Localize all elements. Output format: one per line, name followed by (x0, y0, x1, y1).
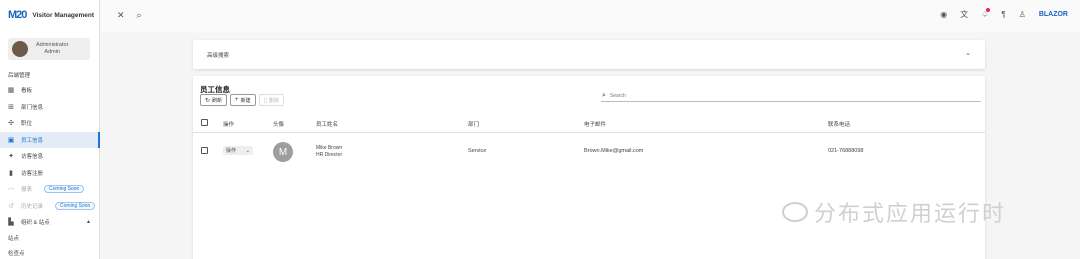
brand[interactable]: M20 Visitor Management (8, 9, 94, 21)
account-icon[interactable]: ♙ (1019, 10, 1026, 19)
brand-logo: M20 (8, 9, 27, 21)
employee-name-cell: Mike Brown HR Director (316, 145, 342, 159)
column-header-phone[interactable]: 联系电话 (828, 120, 850, 128)
chevron-down-icon[interactable]: ⌄ (965, 49, 971, 57)
github-icon[interactable]: ◉ (940, 10, 947, 19)
sidebar-item-label: 报表 (21, 187, 33, 194)
avatar (12, 41, 28, 57)
employee-badge-icon: ▣ (7, 136, 15, 144)
add-label: 新建 (240, 97, 251, 104)
avatar: M (273, 142, 293, 162)
row-checkbox[interactable] (201, 147, 208, 154)
search-icon: ⌕ (602, 92, 606, 99)
sidebar: M20 Visitor Management Administrator Adm… (0, 0, 100, 259)
employee-table-card: 员工信息 ↻ 刷新 + 新建 ▯ 删除 ⌕ 操作 头像 员工姓名 部门 (193, 76, 985, 259)
employee-name: Mike Brown (316, 145, 343, 151)
search-input[interactable] (609, 93, 910, 99)
select-all-checkbox[interactable] (201, 119, 208, 126)
plus-icon: + (235, 97, 239, 103)
table-header: 操作 头像 员工姓名 部门 电子邮件 联系电话 (193, 113, 985, 133)
sidebar-subitem-sites[interactable]: 站点 (0, 231, 100, 246)
book-icon: ▮ (9, 169, 13, 177)
delete-label: 删除 (268, 97, 279, 104)
blazor-link[interactable]: BLAZOR (1039, 11, 1068, 18)
sidebar-item-label: 看板 (21, 88, 33, 95)
sidebar-item-reports: 〰 报表 Coming Soon (0, 181, 100, 198)
topbar-right: ◉ 文 ♤ ¶ ♙ BLAZOR (940, 8, 1068, 20)
org-chart-icon: ⊞ (8, 103, 14, 111)
coming-soon-badge: Coming Soon (55, 201, 96, 210)
email-cell: Brown.Mike@gmail.com (584, 148, 644, 154)
column-header-name[interactable]: 员工姓名 (316, 120, 338, 128)
app-root: M20 Visitor Management Administrator Adm… (0, 0, 1080, 259)
topbar-left: ✕ ⌕ (117, 10, 142, 21)
sidebar-section-title: 后端管理 (8, 73, 31, 79)
sidebar-item-label: 部门信息 (21, 104, 44, 111)
sidebar-item-label: 历史记录 (21, 203, 44, 210)
watermark: 分布式应用运行时 (782, 196, 1006, 228)
chevron-down-icon: ⌄ (245, 147, 250, 154)
building-icon: ▙ (8, 219, 14, 227)
coming-soon-badge: Coming Soon (44, 185, 85, 194)
history-icon: ↺ (8, 202, 14, 210)
row-action-label: 操作 (226, 148, 237, 154)
table-search: ⌕ (601, 91, 981, 102)
refresh-button[interactable]: ↻ 刷新 (200, 94, 228, 106)
sidebar-item-label: 组织 & 站点 (21, 220, 50, 227)
trash-icon: ▯ (263, 97, 267, 104)
sidebar-item-history: ↺ 历史记录 Coming Soon (0, 198, 100, 215)
user-role: Admin (44, 49, 60, 55)
sidebar-item-visitors[interactable]: ✦ 访客信息 (0, 148, 100, 165)
refresh-icon: ↻ (205, 97, 211, 104)
brand-name: Visitor Management (32, 11, 95, 19)
advanced-search-panel[interactable]: 高级搜索 ⌄ (193, 40, 985, 69)
sidebar-item-label: 访客注册 (21, 170, 44, 177)
sidebar-item-label: 员工信息 (21, 137, 44, 144)
sidebar-item-visitor-registration[interactable]: ▮ 访客注册 (0, 165, 100, 182)
sidebar-item-employees[interactable]: ▣ 员工信息 (0, 131, 100, 148)
column-header-avatar[interactable]: 头像 (273, 120, 284, 128)
sidebar-nav: ▦ 看板 ⊞ 部门信息 ✣ 职位 ▣ 员工信息 ✦ 访客信息 ▮ 访客注册 〰 … (0, 82, 100, 259)
user-info: Administrator Admin (36, 42, 68, 56)
table-row[interactable]: 操作 ⌄ M Mike Brown HR Director Service Br… (193, 134, 985, 167)
watermark-text: 分布式应用运行时 (814, 202, 1007, 227)
walking-person-icon: ✦ (8, 153, 14, 161)
row-action-select[interactable]: 操作 ⌄ (223, 146, 253, 155)
search-icon[interactable]: ⌕ (137, 10, 142, 21)
paragraph-icon[interactable]: ¶ (1001, 10, 1005, 19)
department-cell: Service (468, 148, 487, 154)
delete-button[interactable]: ▯ 删除 (258, 94, 284, 106)
column-header-department[interactable]: 部门 (468, 120, 479, 128)
sidebar-item-org-sites[interactable]: ▙ 组织 & 站点 ▲ (0, 214, 100, 231)
user-name: Administrator (36, 42, 69, 48)
notification-bell-icon[interactable]: ♤ (981, 8, 991, 19)
user-card[interactable]: Administrator Admin (8, 38, 90, 60)
dashboard-icon: ▦ (7, 87, 15, 95)
close-icon[interactable]: ✕ (117, 10, 125, 21)
position-icon: ✣ (8, 120, 14, 128)
top-bar: ✕ ⌕ ◉ 文 ♤ ¶ ♙ BLAZOR (101, 0, 1080, 32)
add-button[interactable]: + 新建 (230, 94, 256, 106)
table-toolbar: ↻ 刷新 + 新建 ▯ 删除 (200, 94, 284, 106)
advanced-search-title: 高级搜索 (207, 53, 230, 59)
sidebar-item-departments[interactable]: ⊞ 部门信息 (0, 99, 100, 116)
wechat-icon (782, 202, 808, 222)
column-header-email[interactable]: 电子邮件 (584, 120, 606, 128)
employee-title: HR Director (316, 152, 343, 158)
chart-icon: 〰 (7, 186, 15, 194)
sidebar-item-dashboard[interactable]: ▦ 看板 (0, 82, 100, 99)
sidebar-subitem-checkpoints[interactable]: 检查点 (0, 246, 100, 259)
translate-icon[interactable]: 文 (960, 9, 968, 20)
column-header-actions[interactable]: 操作 (223, 120, 234, 128)
sidebar-item-positions[interactable]: ✣ 职位 (0, 115, 100, 132)
refresh-label: 刷新 (212, 97, 223, 104)
chevron-up-icon: ▲ (86, 219, 91, 226)
sidebar-item-label: 职位 (21, 121, 33, 128)
phone-cell: 021-76888098 (828, 148, 864, 154)
sidebar-item-label: 访客信息 (21, 154, 44, 161)
